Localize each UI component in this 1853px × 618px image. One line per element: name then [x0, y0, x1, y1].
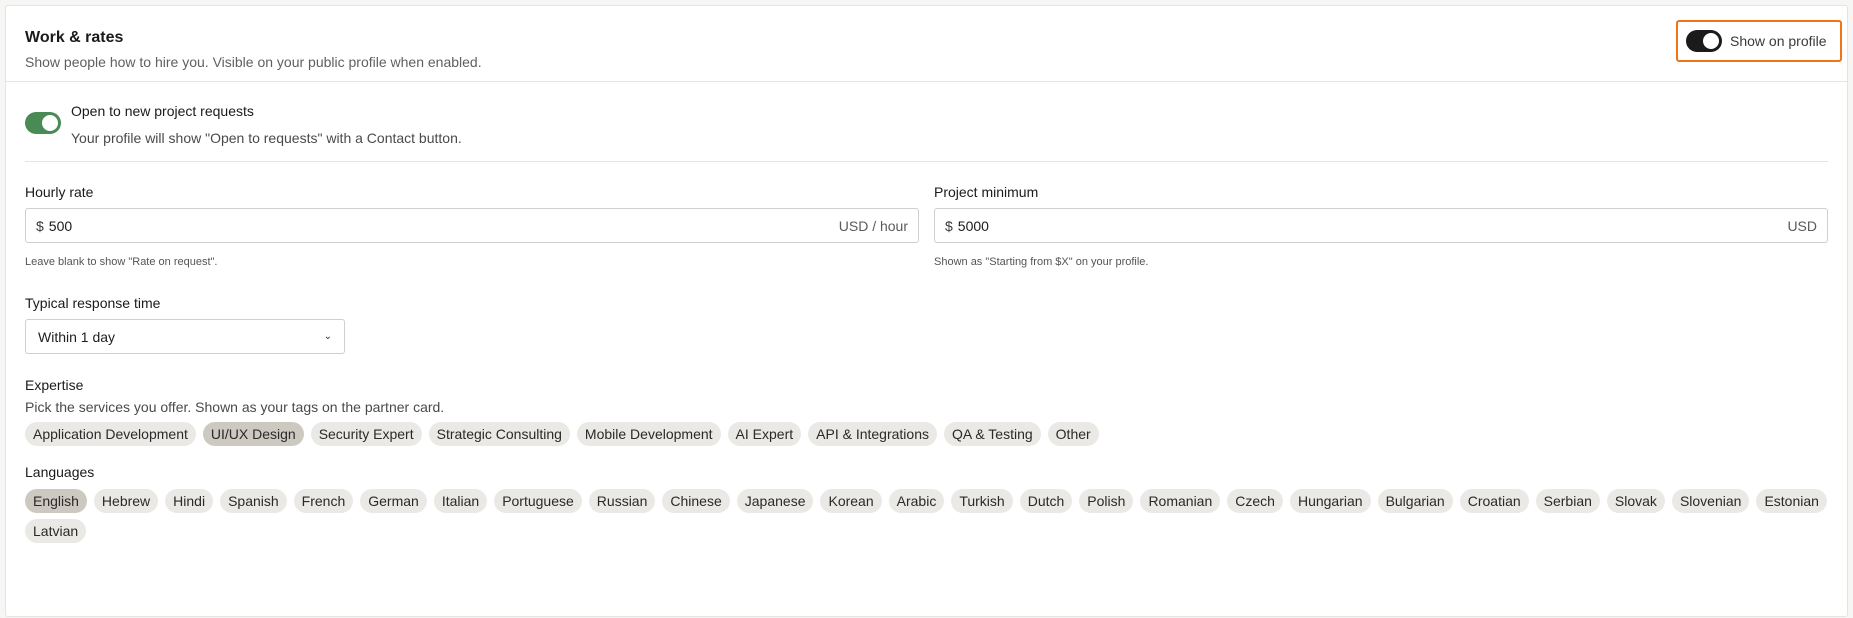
open-requests-toggle[interactable] — [25, 112, 61, 134]
toggle-switch-icon[interactable] — [1686, 30, 1722, 52]
language-chips: English Hebrew Hindi Spanish French German Ita… — [25, 489, 1828, 543]
toggle-knob — [1703, 33, 1719, 49]
project-minimum-value[interactable]: 5000 — [958, 218, 1788, 234]
hourly-rate-input[interactable]: $ 500 USD / hour — [25, 208, 919, 243]
project-minimum-unit: USD — [1787, 217, 1817, 234]
language-chip[interactable]: Korean — [820, 489, 882, 513]
expertise-description: Pick the services you offer. Shown as yo… — [25, 399, 445, 415]
expertise-chip[interactable]: Mobile Development — [576, 422, 721, 446]
language-chip[interactable]: Serbian — [1535, 489, 1600, 513]
languages-section: Languages English Hebrew Hindi Spanish Frenc… — [25, 463, 1828, 543]
language-chip[interactable]: English — [25, 489, 87, 513]
project-minimum-label: Project minimum — [934, 184, 1039, 200]
language-chip[interactable]: Chinese — [662, 489, 730, 513]
language-chip[interactable]: Slovenian — [1671, 489, 1750, 513]
expertise-chip[interactable]: API & Integrations — [808, 422, 937, 446]
hourly-rate-label: Hourly rate — [25, 184, 94, 200]
hourly-rate-value[interactable]: 500 — [49, 218, 839, 234]
expertise-chip[interactable]: Strategic Consulting — [428, 422, 570, 446]
section-subtitle: Show people how to hire you. Visible on … — [25, 54, 482, 70]
language-chip[interactable]: Japanese — [736, 489, 814, 513]
expertise-chip[interactable]: AI Expert — [727, 422, 802, 446]
language-chip[interactable]: Bulgarian — [1377, 489, 1453, 513]
language-chip[interactable]: German — [360, 489, 427, 513]
language-chip[interactable]: Turkish — [951, 489, 1013, 513]
work-rates-card: Work & rates Show people how to hire you… — [5, 5, 1848, 617]
card-body: Open to new project requests Your profil… — [6, 82, 1847, 543]
project-minimum-group: Project minimum $ 5000 USD Shown as "Sta… — [934, 183, 1828, 269]
show-on-profile-label: Show on profile — [1730, 33, 1827, 49]
language-chip[interactable]: French — [293, 489, 354, 513]
project-minimum-hint: Shown as "Starting from $X" on your prof… — [934, 256, 1149, 268]
hourly-rate-unit: USD / hour — [838, 217, 908, 234]
open-requests-description: Your profile will show "Open to requests… — [71, 130, 462, 146]
chevron-down-icon: ⌄ — [323, 331, 332, 342]
card-header: Work & rates Show people how to hire you… — [6, 6, 1847, 82]
hourly-rate-group: Hourly rate $ 500 USD / hour Leave blank… — [25, 183, 919, 269]
language-chip[interactable]: Czech — [1227, 489, 1283, 513]
expertise-chip[interactable]: Application Development — [25, 422, 196, 446]
response-time-group: Typical response time Within 1 day ⌄ — [25, 294, 1828, 354]
language-chip[interactable]: Spanish — [220, 489, 287, 513]
expertise-chips: Application Development UI/UX Design Secur… — [25, 422, 1828, 446]
language-chip[interactable]: Polish — [1079, 489, 1134, 513]
language-chip[interactable]: Arabic — [888, 489, 945, 513]
response-time-select[interactable]: Within 1 day ⌄ — [25, 319, 345, 354]
toggle-knob — [42, 115, 58, 131]
expertise-chip[interactable]: UI/UX Design — [202, 422, 304, 446]
language-chip[interactable]: Latvian — [25, 519, 87, 543]
show-on-profile-toggle[interactable]: Show on profile — [1676, 20, 1842, 62]
language-chip[interactable]: Estonian — [1756, 489, 1827, 513]
language-chip[interactable]: Hindi — [165, 489, 214, 513]
section-title: Work & rates — [25, 29, 124, 46]
language-chip[interactable]: Dutch — [1019, 489, 1073, 513]
language-chip[interactable]: Hungarian — [1289, 489, 1371, 513]
currency-symbol: $ — [945, 217, 953, 234]
hourly-rate-hint: Leave blank to show "Rate on request". — [25, 256, 218, 268]
language-chip[interactable]: Italian — [433, 489, 488, 513]
response-time-label: Typical response time — [25, 295, 161, 311]
language-chip[interactable]: Romanian — [1140, 489, 1221, 513]
response-time-value: Within 1 day — [38, 328, 116, 345]
expertise-section: Expertise Pick the services you offer. S… — [25, 376, 1828, 446]
expertise-label: Expertise — [25, 377, 84, 393]
project-minimum-input[interactable]: $ 5000 USD — [934, 208, 1828, 243]
language-chip[interactable]: Portuguese — [494, 489, 582, 513]
expertise-chip[interactable]: Security Expert — [310, 422, 422, 446]
language-chip[interactable]: Slovak — [1606, 489, 1665, 513]
currency-symbol: $ — [36, 217, 44, 234]
expertise-chip[interactable]: QA & Testing — [943, 422, 1041, 446]
language-chip[interactable]: Croatian — [1459, 489, 1529, 513]
rates-row: Hourly rate $ 500 USD / hour Leave blank… — [25, 183, 1828, 269]
language-chip[interactable]: Russian — [588, 489, 656, 513]
open-requests-title: Open to new project requests — [71, 103, 254, 119]
languages-label: Languages — [25, 464, 95, 480]
language-chip[interactable]: Hebrew — [93, 489, 159, 513]
open-requests-row: Open to new project requests Your profil… — [25, 82, 1828, 162]
expertise-chip[interactable]: Other — [1047, 422, 1099, 446]
